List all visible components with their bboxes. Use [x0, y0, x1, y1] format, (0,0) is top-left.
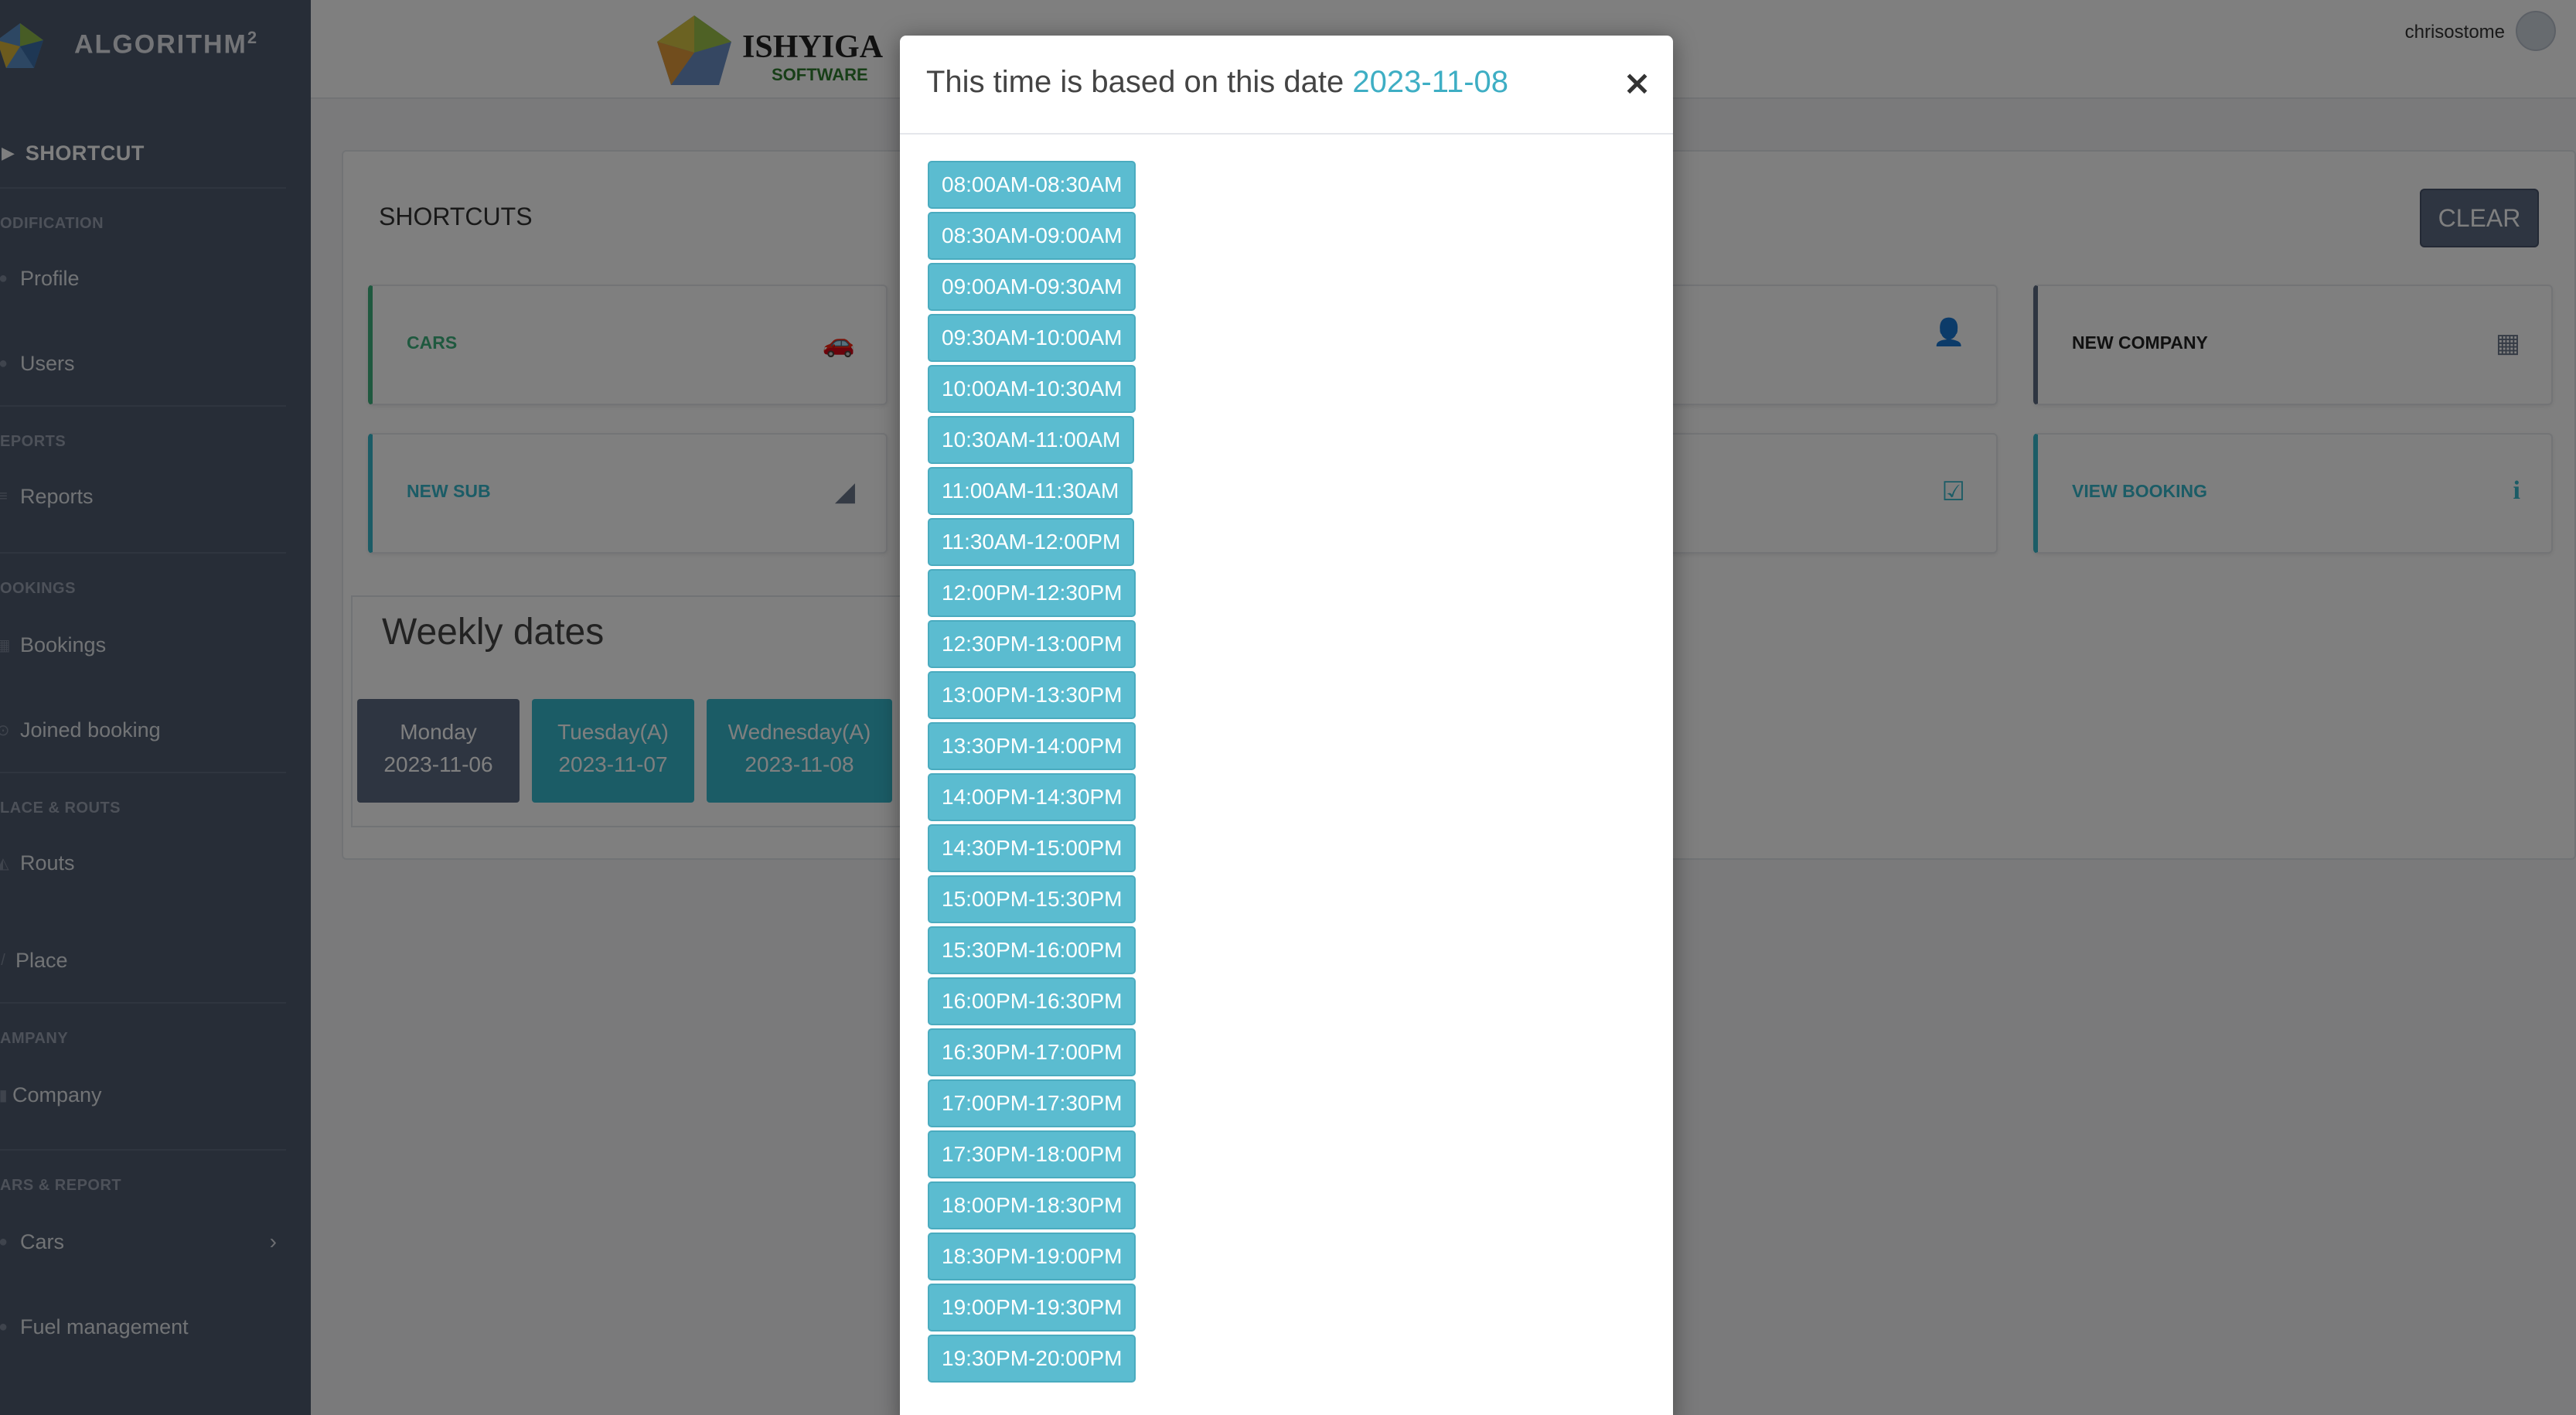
time-slot-button[interactable]: 10:30AM-11:00AM: [928, 416, 1135, 464]
time-slot-button[interactable]: 15:30PM-16:00PM: [928, 926, 1136, 974]
time-slot-button[interactable]: 19:30PM-20:00PM: [928, 1335, 1136, 1383]
time-slot-button[interactable]: 17:30PM-18:00PM: [928, 1130, 1136, 1178]
time-slot-button[interactable]: 12:00PM-12:30PM: [928, 569, 1136, 617]
time-slot-button[interactable]: 15:00PM-15:30PM: [928, 875, 1136, 923]
time-slot-button[interactable]: 13:00PM-13:30PM: [928, 671, 1136, 719]
time-slot-button[interactable]: 14:00PM-14:30PM: [928, 773, 1136, 821]
time-slot-button[interactable]: 09:30AM-10:00AM: [928, 314, 1136, 362]
close-icon[interactable]: ×: [1623, 63, 1651, 103]
time-slot-button[interactable]: 12:30PM-13:00PM: [928, 620, 1136, 668]
modal-title: This time is based on this date 2023-11-…: [926, 65, 1509, 99]
time-slot-button[interactable]: 18:30PM-19:00PM: [928, 1233, 1136, 1280]
time-slot-button[interactable]: 09:00AM-09:30AM: [928, 263, 1136, 311]
modal-date: 2023-11-08: [1352, 65, 1509, 99]
time-slot-button[interactable]: 14:30PM-15:00PM: [928, 824, 1136, 872]
time-slot-button[interactable]: 08:00AM-08:30AM: [928, 161, 1136, 209]
time-slot-button[interactable]: 19:00PM-19:30PM: [928, 1284, 1136, 1331]
time-slot-button[interactable]: 17:00PM-17:30PM: [928, 1079, 1136, 1127]
time-slot-button[interactable]: 16:00PM-16:30PM: [928, 977, 1136, 1025]
time-slot-modal: This time is based on this date 2023-11-…: [900, 36, 1673, 1415]
time-slot-button[interactable]: 11:00AM-11:30AM: [928, 467, 1133, 515]
time-slot-button[interactable]: 08:30AM-09:00AM: [928, 212, 1136, 260]
time-slot-button[interactable]: 10:00AM-10:30AM: [928, 365, 1136, 413]
time-slot-button[interactable]: 13:30PM-14:00PM: [928, 722, 1136, 770]
time-slot-button[interactable]: 18:00PM-18:30PM: [928, 1181, 1136, 1229]
time-slot-list: 08:00AM-08:30AM 08:30AM-09:00AM 09:00AM-09…: [928, 161, 1237, 1386]
modal-header: This time is based on this date 2023-11-…: [900, 36, 1673, 135]
time-slot-button[interactable]: 16:30PM-17:00PM: [928, 1028, 1136, 1076]
time-slot-button[interactable]: 11:30AM-12:00PM: [928, 518, 1135, 566]
